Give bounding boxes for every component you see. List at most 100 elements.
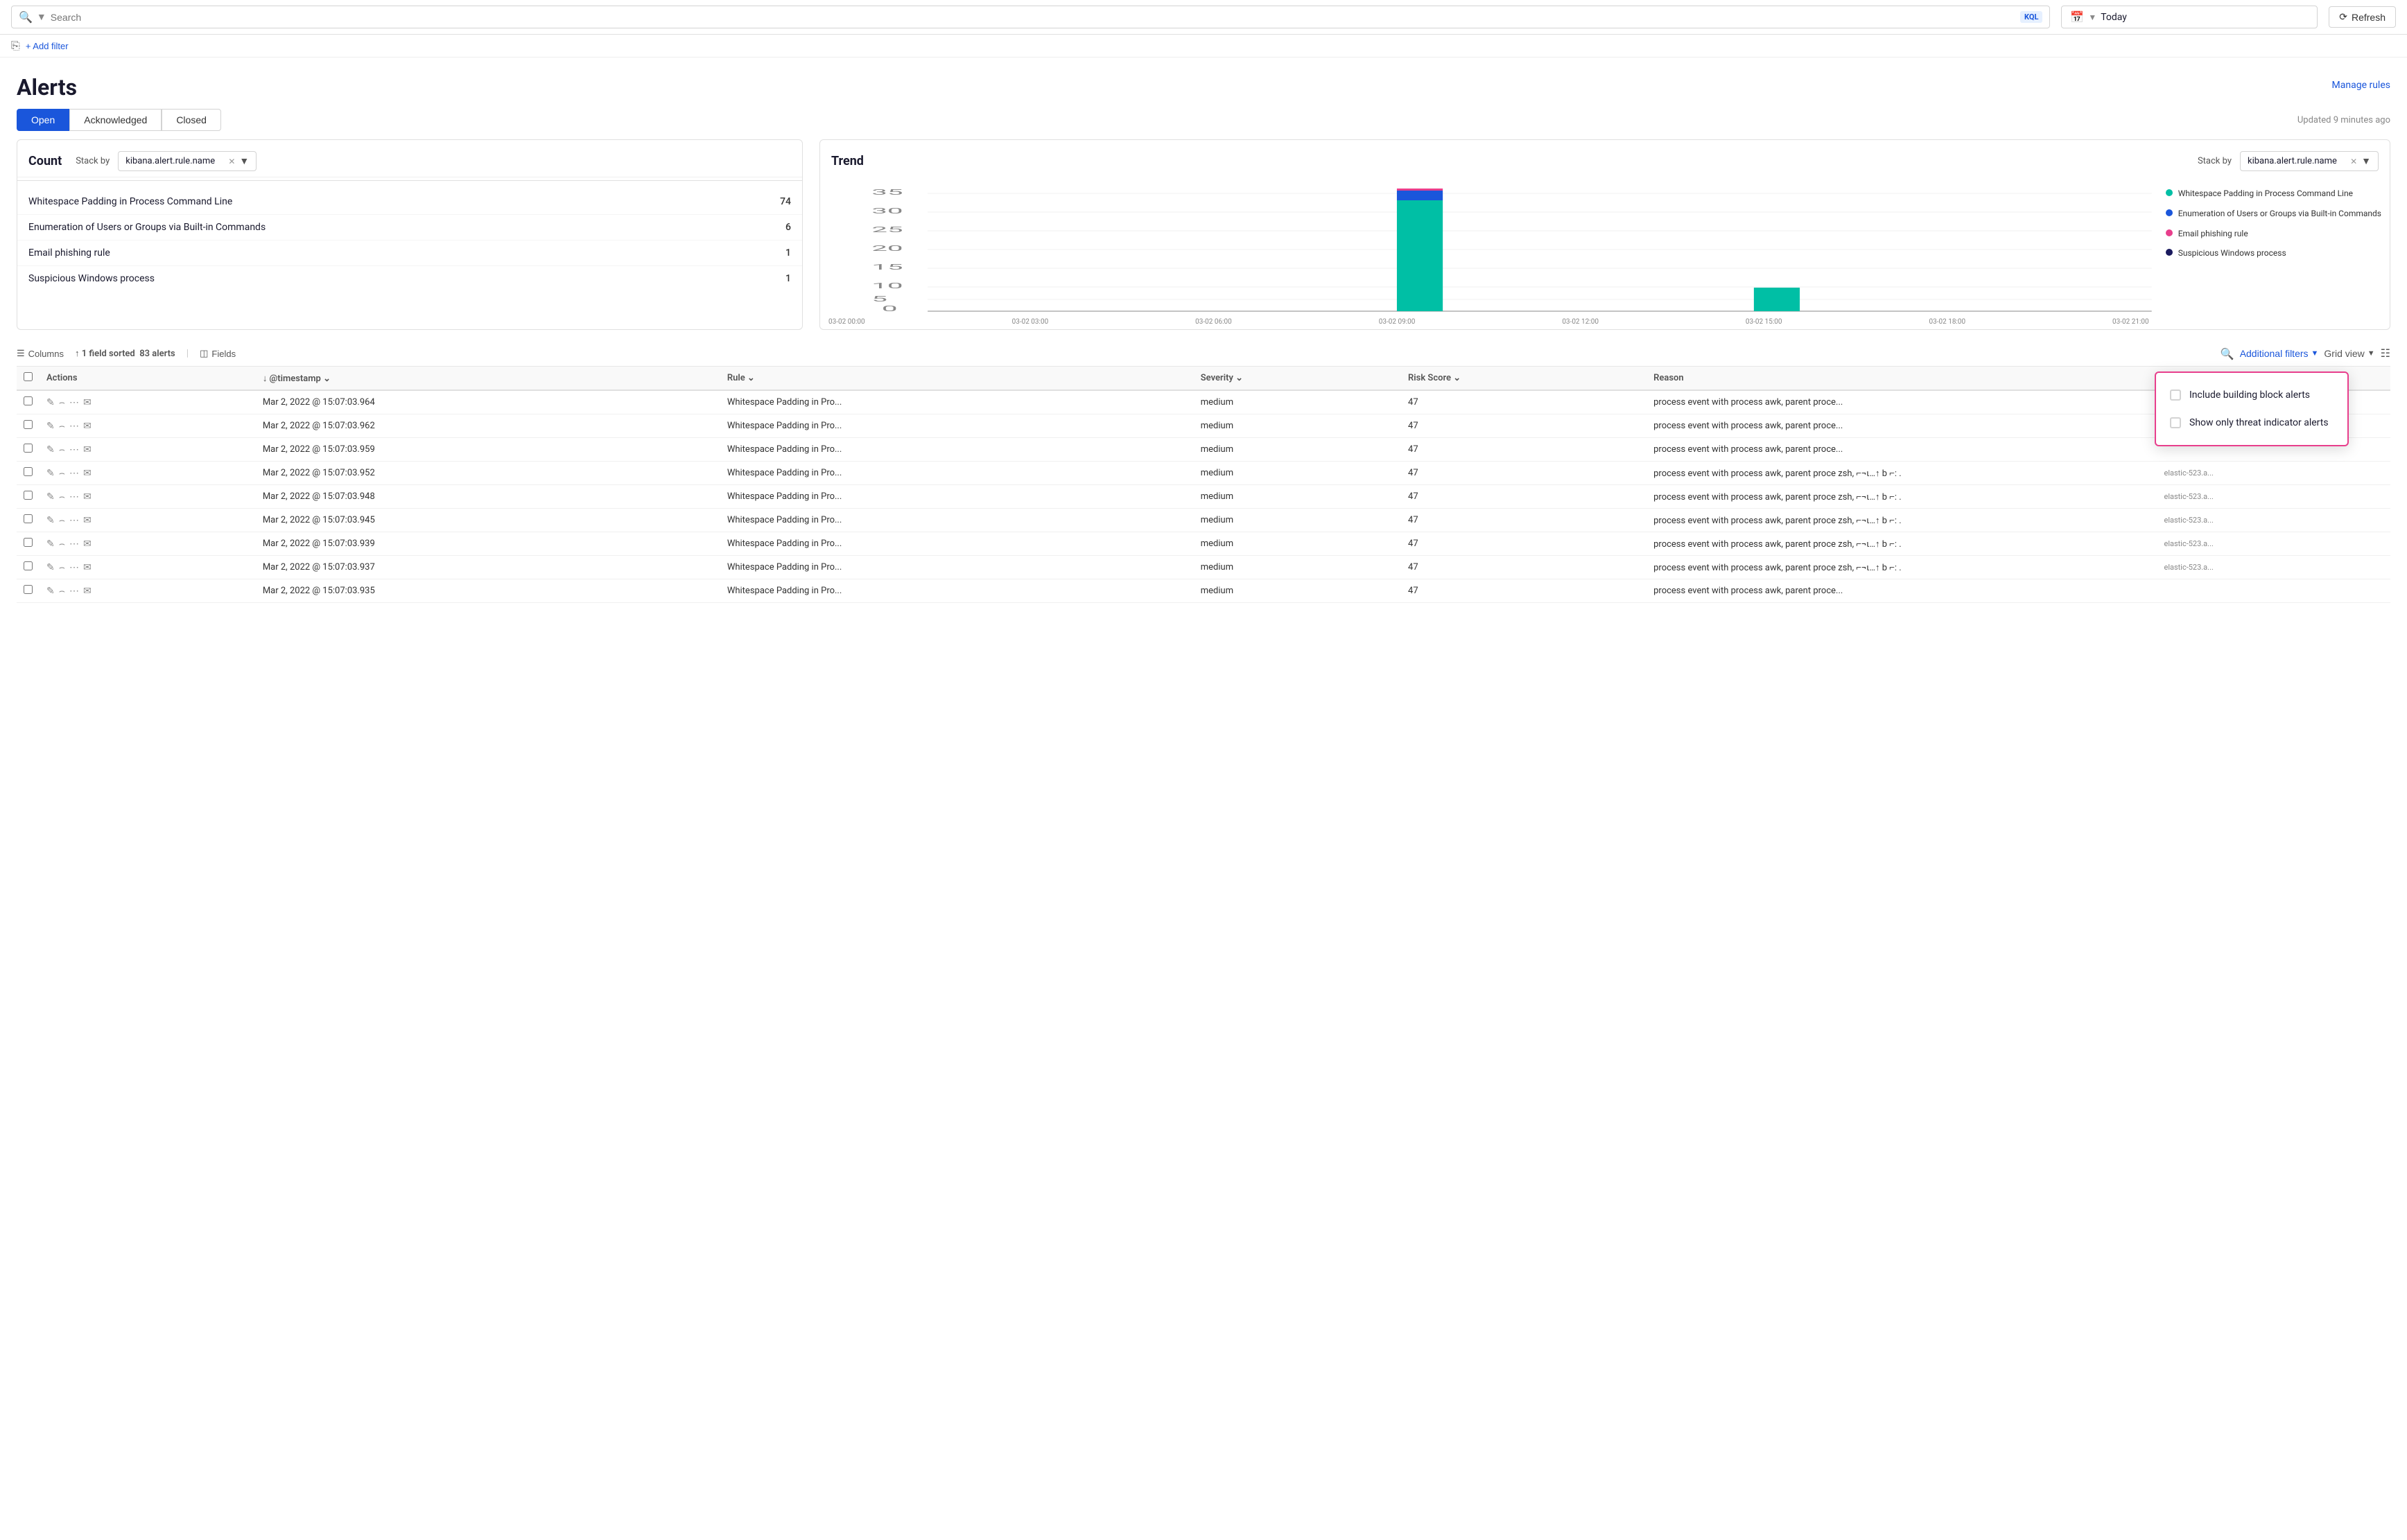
refresh-button[interactable]: ⟳ Refresh bbox=[2329, 6, 2396, 28]
share-icon-1[interactable]: ⌢ bbox=[59, 421, 65, 432]
count-row-2[interactable]: Email phishing rule 1 bbox=[17, 240, 802, 266]
edit-icon-3[interactable]: ✎ bbox=[46, 468, 55, 479]
page-title: Alerts bbox=[17, 74, 77, 100]
threat-indicator-checkbox[interactable] bbox=[2170, 417, 2181, 428]
share-icon-3[interactable]: ⌢ bbox=[59, 468, 65, 479]
edit-icon-8[interactable]: ✎ bbox=[46, 586, 55, 597]
search-input[interactable] bbox=[51, 12, 2016, 23]
row-rule-3: Whitespace Padding in Pro... bbox=[720, 462, 1194, 485]
edit-icon-0[interactable]: ✎ bbox=[46, 397, 55, 408]
share-icon-2[interactable]: ⌢ bbox=[59, 444, 65, 455]
row-reason-2: process event with process awk, parent p… bbox=[1646, 438, 2157, 462]
columns-button[interactable]: ☰ Columns bbox=[17, 348, 64, 359]
date-picker[interactable]: 📅 ▼ Today bbox=[2061, 6, 2318, 28]
tab-closed[interactable]: Closed bbox=[162, 109, 221, 131]
row-checkbox-cell-8[interactable] bbox=[17, 579, 40, 603]
updated-timestamp: Updated 9 minutes ago bbox=[2297, 115, 2390, 125]
row-risk-0: 47 bbox=[1401, 390, 1646, 414]
row-checkbox-5[interactable] bbox=[24, 514, 33, 523]
th-rule[interactable]: Rule ⌄ bbox=[720, 367, 1194, 390]
count-stack-by-select[interactable]: kibana.alert.rule.name ✕ ▼ bbox=[118, 151, 257, 171]
th-timestamp[interactable]: ↓ @timestamp ⌄ bbox=[256, 367, 720, 390]
dropdown-item-building-block[interactable]: Include building block alerts bbox=[2156, 381, 2347, 409]
row-checkbox-2[interactable] bbox=[24, 444, 33, 453]
mail-icon-3[interactable]: ✉ bbox=[83, 468, 92, 479]
dots-icon-4[interactable]: ⋯ bbox=[69, 491, 79, 502]
row-severity-0: medium bbox=[1194, 390, 1401, 414]
search-container[interactable]: 🔍 ▼ KQL bbox=[11, 6, 2050, 28]
th-risk-score[interactable]: Risk Score ⌄ bbox=[1401, 367, 1646, 390]
building-block-checkbox[interactable] bbox=[2170, 390, 2181, 401]
share-icon-5[interactable]: ⌢ bbox=[59, 515, 65, 526]
edit-icon-4[interactable]: ✎ bbox=[46, 491, 55, 502]
count-row-1[interactable]: Enumeration of Users or Groups via Built… bbox=[17, 215, 802, 240]
mail-icon-0[interactable]: ✉ bbox=[83, 397, 92, 408]
edit-icon-5[interactable]: ✎ bbox=[46, 515, 55, 526]
tab-acknowledged[interactable]: Acknowledged bbox=[69, 109, 162, 131]
dots-icon-7[interactable]: ⋯ bbox=[69, 562, 79, 573]
tab-open[interactable]: Open bbox=[17, 109, 69, 131]
share-icon-6[interactable]: ⌢ bbox=[59, 539, 65, 550]
edit-icon-1[interactable]: ✎ bbox=[46, 421, 55, 432]
trend-chevron-icon: ▼ bbox=[2361, 155, 2371, 167]
share-icon-4[interactable]: ⌢ bbox=[59, 491, 65, 502]
row-checkbox-3[interactable] bbox=[24, 467, 33, 476]
edit-icon-7[interactable]: ✎ bbox=[46, 562, 55, 573]
dots-icon-2[interactable]: ⋯ bbox=[69, 444, 79, 455]
row-checkbox-1[interactable] bbox=[24, 420, 33, 429]
dropdown-item-threat-indicator[interactable]: Show only threat indicator alerts bbox=[2156, 409, 2347, 437]
row-checkbox-cell-3[interactable] bbox=[17, 462, 40, 485]
dots-icon-0[interactable]: ⋯ bbox=[69, 397, 79, 408]
row-checkbox-cell-2[interactable] bbox=[17, 438, 40, 462]
row-checkbox-cell-1[interactable] bbox=[17, 414, 40, 438]
row-severity-4: medium bbox=[1194, 485, 1401, 509]
row-checkbox-4[interactable] bbox=[24, 491, 33, 500]
mail-icon-8[interactable]: ✉ bbox=[83, 586, 92, 597]
kql-badge[interactable]: KQL bbox=[2020, 11, 2042, 23]
trend-clear-icon[interactable]: ✕ bbox=[2350, 157, 2357, 166]
share-icon-7[interactable]: ⌢ bbox=[59, 562, 65, 573]
th-severity[interactable]: Severity ⌄ bbox=[1194, 367, 1401, 390]
dots-icon-5[interactable]: ⋯ bbox=[69, 515, 79, 526]
mail-icon-4[interactable]: ✉ bbox=[83, 491, 92, 502]
x-label-2: 03-02 06:00 bbox=[1195, 318, 1232, 326]
row-checkbox-cell-4[interactable] bbox=[17, 485, 40, 509]
clear-icon[interactable]: ✕ bbox=[228, 157, 235, 166]
row-checkbox-cell-5[interactable] bbox=[17, 509, 40, 532]
row-checkbox-cell-0[interactable] bbox=[17, 390, 40, 414]
row-checkbox-6[interactable] bbox=[24, 538, 33, 547]
mail-icon-6[interactable]: ✉ bbox=[83, 539, 92, 550]
edit-icon-6[interactable]: ✎ bbox=[46, 539, 55, 550]
row-checkbox-8[interactable] bbox=[24, 585, 33, 594]
row-checkbox-7[interactable] bbox=[24, 561, 33, 570]
edit-icon-2[interactable]: ✎ bbox=[46, 444, 55, 455]
share-icon-0[interactable]: ⌢ bbox=[59, 397, 65, 408]
select-all-checkbox[interactable] bbox=[24, 372, 33, 381]
count-row-0[interactable]: Whitespace Padding in Process Command Li… bbox=[17, 189, 802, 215]
count-row-3[interactable]: Suspicious Windows process 1 bbox=[17, 266, 802, 291]
mail-icon-5[interactable]: ✉ bbox=[83, 515, 92, 526]
row-rule-2: Whitespace Padding in Pro... bbox=[720, 438, 1194, 462]
row-actions-2: ✎ ⌢ ⋯ ✉ bbox=[40, 438, 256, 462]
mail-icon-2[interactable]: ✉ bbox=[83, 444, 92, 455]
dots-icon-8[interactable]: ⋯ bbox=[69, 586, 79, 597]
row-checkbox-0[interactable] bbox=[24, 396, 33, 405]
dots-icon-6[interactable]: ⋯ bbox=[69, 539, 79, 550]
row-checkbox-cell-6[interactable] bbox=[17, 532, 40, 556]
dots-icon-1[interactable]: ⋯ bbox=[69, 421, 79, 432]
manage-rules-link[interactable]: Manage rules bbox=[2332, 74, 2390, 91]
grid-view-button[interactable]: Grid view ▼ bbox=[2324, 348, 2374, 359]
mail-icon-7[interactable]: ✉ bbox=[83, 562, 92, 573]
table-row: ✎ ⌢ ⋯ ✉ Mar 2, 2022 @ 15:07:03.939 White… bbox=[17, 532, 2390, 556]
th-select-all[interactable] bbox=[17, 367, 40, 390]
row-checkbox-cell-7[interactable] bbox=[17, 556, 40, 579]
additional-filters-button[interactable]: Additional filters ▼ bbox=[2240, 348, 2319, 359]
trend-stack-by-select[interactable]: kibana.alert.rule.name ✕ ▼ bbox=[2240, 151, 2379, 171]
th-reason[interactable]: Reason bbox=[1646, 367, 2157, 390]
share-icon-8[interactable]: ⌢ bbox=[59, 586, 65, 597]
mail-icon-1[interactable]: ✉ bbox=[83, 421, 92, 432]
dots-icon-3[interactable]: ⋯ bbox=[69, 468, 79, 479]
settings-button[interactable]: ☷ bbox=[2381, 347, 2390, 360]
add-filter-button[interactable]: + Add filter bbox=[26, 41, 69, 51]
fields-button[interactable]: ◫ Fields bbox=[200, 348, 236, 359]
